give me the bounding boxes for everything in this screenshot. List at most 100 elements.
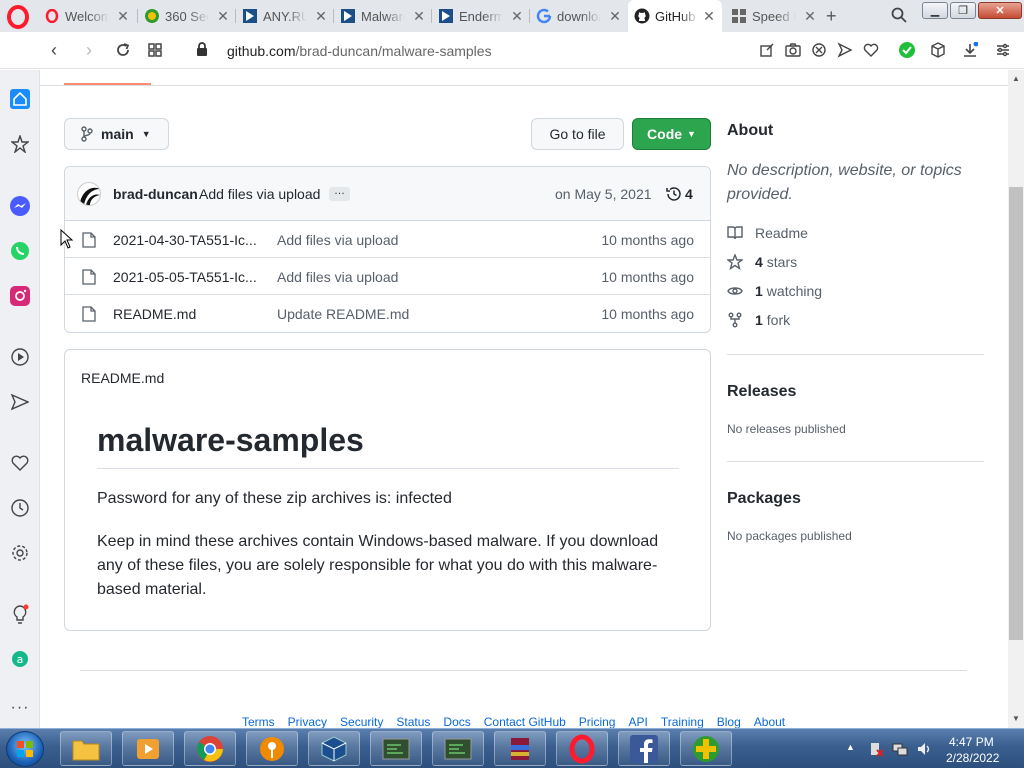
- history-icon[interactable]: [10, 498, 30, 518]
- file-row[interactable]: 2021-05-05-TA551-Ic... Add files via upl…: [65, 258, 710, 295]
- commit-expand-button[interactable]: …: [329, 186, 350, 201]
- instagram-icon[interactable]: [10, 286, 30, 306]
- taskbar-360[interactable]: [680, 731, 732, 766]
- close-icon[interactable]: ✕: [216, 8, 230, 24]
- edit-icon[interactable]: [759, 42, 775, 58]
- footer-link-terms[interactable]: Terms: [242, 715, 275, 728]
- back-button[interactable]: ‹: [51, 41, 57, 59]
- footer-link-api[interactable]: API: [628, 715, 647, 728]
- close-icon[interactable]: ✕: [314, 8, 328, 24]
- watching-link[interactable]: 1 watching: [727, 283, 822, 299]
- home-icon[interactable]: [10, 89, 30, 109]
- taskbar-facebook[interactable]: [618, 731, 670, 766]
- commit-date[interactable]: on May 5, 2021: [555, 186, 652, 202]
- settings-gear-icon[interactable]: [10, 543, 30, 563]
- commit-count[interactable]: 4: [685, 186, 693, 202]
- maximize-button[interactable]: ❐: [950, 2, 976, 19]
- stars-link[interactable]: 4 stars: [727, 254, 797, 270]
- taskbar-terminal-2[interactable]: [432, 731, 484, 766]
- minimize-button[interactable]: ▁: [922, 2, 948, 19]
- tab-malware[interactable]: Malware ✕: [340, 4, 426, 28]
- footer-link-contact[interactable]: Contact GitHub: [484, 715, 566, 728]
- file-row[interactable]: README.md Update README.md 10 months ago: [65, 295, 710, 332]
- opera-menu-icon[interactable]: [6, 5, 30, 29]
- go-to-file-button[interactable]: Go to file: [531, 118, 624, 150]
- clock-time[interactable]: 4:47 PM: [949, 735, 994, 749]
- taskbar-opera[interactable]: [556, 731, 608, 766]
- heart-icon[interactable]: [10, 453, 30, 473]
- taskbar-avast[interactable]: [246, 731, 298, 766]
- branch-select-button[interactable]: main ▼: [64, 118, 169, 150]
- send-icon[interactable]: [10, 392, 30, 412]
- forward-button[interactable]: ›: [86, 41, 92, 59]
- whatsapp-icon[interactable]: [10, 241, 30, 261]
- footer-link-docs[interactable]: Docs: [443, 715, 470, 728]
- close-icon[interactable]: ✕: [608, 8, 622, 24]
- commit-message-link[interactable]: Add files via upload: [199, 186, 320, 202]
- tab-grid-icon[interactable]: [148, 43, 162, 57]
- packages-heading[interactable]: Packages: [727, 490, 801, 508]
- scrollbar-thumb[interactable]: [1009, 187, 1023, 640]
- new-tab-button[interactable]: +: [826, 6, 837, 27]
- volume-icon[interactable]: [916, 741, 932, 757]
- messenger-icon[interactable]: [10, 196, 30, 216]
- tab-google-download[interactable]: download ✕: [536, 4, 622, 28]
- tab-endermanch[interactable]: Endermanch ✕: [438, 4, 524, 28]
- more-icon[interactable]: ···: [10, 698, 30, 718]
- search-icon[interactable]: [891, 7, 907, 23]
- taskbar-explorer[interactable]: [60, 731, 112, 766]
- adblock-icon[interactable]: [811, 42, 827, 58]
- tab-github[interactable]: GitHub ✕: [628, 0, 722, 32]
- tab-anyrun[interactable]: ANY.RUN ✕: [242, 4, 328, 28]
- tab-speed-dial[interactable]: Speed Dial ✕: [731, 4, 817, 28]
- fork-link[interactable]: 1 fork: [727, 312, 790, 328]
- file-name-link[interactable]: 2021-05-05-TA551-Ic...: [113, 269, 258, 285]
- action-center-icon[interactable]: [868, 741, 884, 757]
- readme-link[interactable]: Readme: [727, 225, 808, 241]
- taskbar-chrome[interactable]: [184, 731, 236, 766]
- file-commit-message[interactable]: Add files via upload: [277, 269, 398, 285]
- releases-heading[interactable]: Releases: [727, 383, 796, 401]
- footer-link-status[interactable]: Status: [396, 715, 430, 728]
- heart-icon[interactable]: [863, 42, 879, 58]
- camera-icon[interactable]: [785, 42, 801, 58]
- taskbar-media-player[interactable]: [122, 731, 174, 766]
- readme-header[interactable]: README.md: [81, 370, 164, 386]
- reload-icon[interactable]: [115, 42, 131, 58]
- footer-link-training[interactable]: Training: [661, 715, 704, 728]
- file-name-link[interactable]: README.md: [113, 306, 258, 322]
- start-button[interactable]: [6, 731, 44, 767]
- commit-author-link[interactable]: brad-duncan: [113, 186, 198, 202]
- avatar[interactable]: [77, 182, 101, 206]
- address-field[interactable]: github.com/brad-duncan/malware-samples: [227, 43, 492, 59]
- footer-link-about[interactable]: About: [754, 715, 785, 728]
- file-commit-message[interactable]: Add files via upload: [277, 232, 398, 248]
- show-hidden-icons-button[interactable]: ▲: [846, 742, 855, 752]
- tab-360-security[interactable]: 360 Security ✕: [144, 4, 230, 28]
- clock-date[interactable]: 2/28/2022: [946, 751, 999, 765]
- close-icon[interactable]: ✕: [412, 8, 426, 24]
- taskbar-terminal-1[interactable]: [370, 731, 422, 766]
- taskbar-winrar[interactable]: [494, 731, 546, 766]
- aria-icon[interactable]: a: [10, 649, 30, 669]
- extensions-cube-icon[interactable]: [930, 42, 946, 58]
- lightbulb-icon[interactable]: [10, 604, 30, 624]
- close-icon[interactable]: ✕: [803, 8, 817, 24]
- footer-link-privacy[interactable]: Privacy: [288, 715, 327, 728]
- lock-icon[interactable]: [196, 42, 208, 56]
- history-icon[interactable]: [666, 186, 682, 202]
- close-window-button[interactable]: ✕: [978, 2, 1022, 19]
- scroll-up-arrow[interactable]: ▲: [1012, 74, 1020, 83]
- tab-welcome[interactable]: Welcome ✕: [44, 4, 130, 28]
- vpn-check-icon[interactable]: [899, 42, 915, 58]
- star-icon[interactable]: [10, 134, 30, 154]
- scroll-down-arrow[interactable]: ▼: [1012, 714, 1020, 723]
- close-icon[interactable]: ✕: [510, 8, 524, 24]
- download-icon[interactable]: [962, 42, 978, 58]
- footer-link-blog[interactable]: Blog: [717, 715, 741, 728]
- player-icon[interactable]: [10, 347, 30, 367]
- network-icon[interactable]: [892, 741, 908, 757]
- code-button[interactable]: Code ▼: [632, 118, 711, 150]
- taskbar-virtualbox[interactable]: [308, 731, 360, 766]
- close-icon[interactable]: ✕: [116, 8, 130, 24]
